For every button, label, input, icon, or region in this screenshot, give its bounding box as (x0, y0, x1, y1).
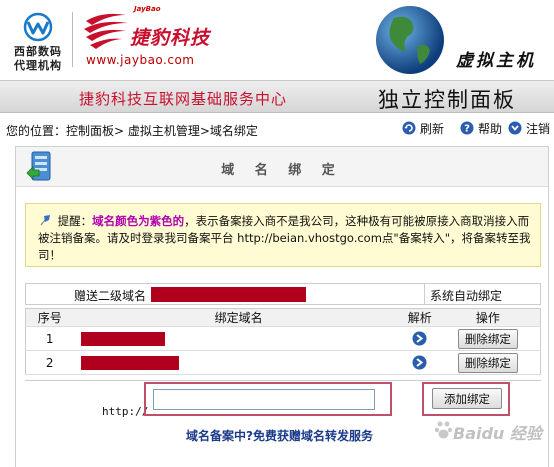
globe-icon (376, 6, 444, 74)
header-divider (72, 12, 73, 67)
help-label: 帮助 (478, 121, 503, 136)
gift-domain-value-redacted (151, 287, 306, 302)
notice-box: 提醒：域名颜色为紫色的，表示备案接入商不是我公司，这种极有可能被原接入商取消接入… (25, 203, 541, 267)
row-no: 2 (25, 350, 74, 375)
refresh-button[interactable]: 刷新 (402, 119, 444, 137)
vhost-banner: 虚拟主机 (372, 2, 554, 78)
row-no: 1 (25, 326, 74, 351)
header-no: 序号 (25, 308, 74, 327)
help-icon: ? (460, 121, 474, 135)
gift-domain-label: 赠送二级域名 (74, 289, 147, 303)
header-domain: 绑定域名 (73, 308, 404, 327)
header: 西部数码 代理机构 JayBao 捷豹科技 www.jaybao.com 虚拟主… (0, 0, 554, 80)
jaybao-url: www.jaybao.com (86, 53, 195, 67)
table-row: 2 删除绑定 (25, 350, 541, 375)
logout-icon (508, 121, 522, 135)
pin-icon (40, 215, 50, 226)
row-action: 删除绑定 (435, 326, 541, 351)
refresh-icon (402, 121, 416, 135)
jaybao-logo-icon (84, 13, 128, 49)
http-prefix-label: http:// (102, 405, 149, 418)
baidu-watermark: Baidu 经验 (435, 416, 551, 446)
header-resolve: 解析 (403, 308, 436, 327)
service-center-title: 捷豹科技互联网基础服务中心 (79, 90, 288, 108)
table-header-row: 序号 绑定域名 解析 操作 (25, 308, 541, 327)
domain-value-redacted (81, 355, 180, 370)
gift-domain-status: 系统自动绑定 (430, 289, 503, 303)
bound-domains-table: 序号 绑定域名 解析 操作 1 删除绑定 2 删除绑定 (25, 308, 541, 375)
breadcrumb: 您的位置：控制面板> 虚拟主机管理>域名绑定 (6, 124, 258, 138)
jaybao-small-text: JayBao (134, 5, 161, 13)
promo-link[interactable]: 域名备案中?免费获赠域名转发服务 (186, 427, 373, 444)
vhost-title: 虚拟主机 (456, 51, 536, 71)
row-resolve (403, 350, 436, 375)
row-resolve (403, 326, 436, 351)
panel-header: 域 名 绑 定 (16, 147, 548, 187)
delete-binding-button[interactable]: 删除绑定 (457, 328, 518, 349)
jaybao-name: 捷豹科技 (130, 27, 211, 49)
row-domain (73, 326, 404, 351)
notice-highlight: 域名颜色为紫色的 (92, 214, 185, 228)
resolve-icon[interactable] (412, 355, 427, 370)
input-highlight (144, 382, 392, 416)
jaybao-logo: JayBao 捷豹科技 www.jaybao.com (82, 5, 222, 71)
title-band: 捷豹科技互联网基础服务中心 独立控制面板 (0, 80, 554, 113)
west-logo-line2: 代理机构 (14, 59, 62, 72)
watermark-text: Baidu 经验 (453, 424, 542, 443)
domain-input[interactable] (153, 389, 375, 410)
header-action: 操作 (435, 308, 541, 327)
panel-title: 域 名 绑 定 (221, 163, 343, 178)
gift-domain-divider (424, 284, 425, 304)
logout-label: 注销 (526, 121, 551, 136)
row-action: 删除绑定 (435, 350, 541, 375)
table-row: 1 删除绑定 (25, 326, 541, 351)
refresh-label: 刷新 (420, 121, 445, 136)
west-logo: 西部数码 代理机构 (7, 8, 69, 72)
control-panel-title: 独立控制面板 (378, 88, 516, 112)
add-binding-button[interactable]: 添加绑定 (432, 388, 502, 409)
resolve-icon[interactable] (412, 331, 427, 346)
notice-prefix: 提醒： (57, 214, 93, 228)
delete-binding-button[interactable]: 删除绑定 (457, 352, 518, 373)
svg-text:?: ? (464, 124, 470, 135)
row-domain (73, 350, 404, 375)
baidu-paw-icon (435, 421, 453, 439)
logout-button[interactable]: 注销 (508, 119, 550, 137)
domain-value-redacted (81, 331, 166, 346)
help-button[interactable]: ? 帮助 (460, 119, 502, 137)
gift-domain-row: 赠送二级域名 系统自动绑定 (25, 283, 541, 305)
west-logo-icon (23, 12, 53, 42)
button-highlight: 添加绑定 (422, 382, 510, 416)
